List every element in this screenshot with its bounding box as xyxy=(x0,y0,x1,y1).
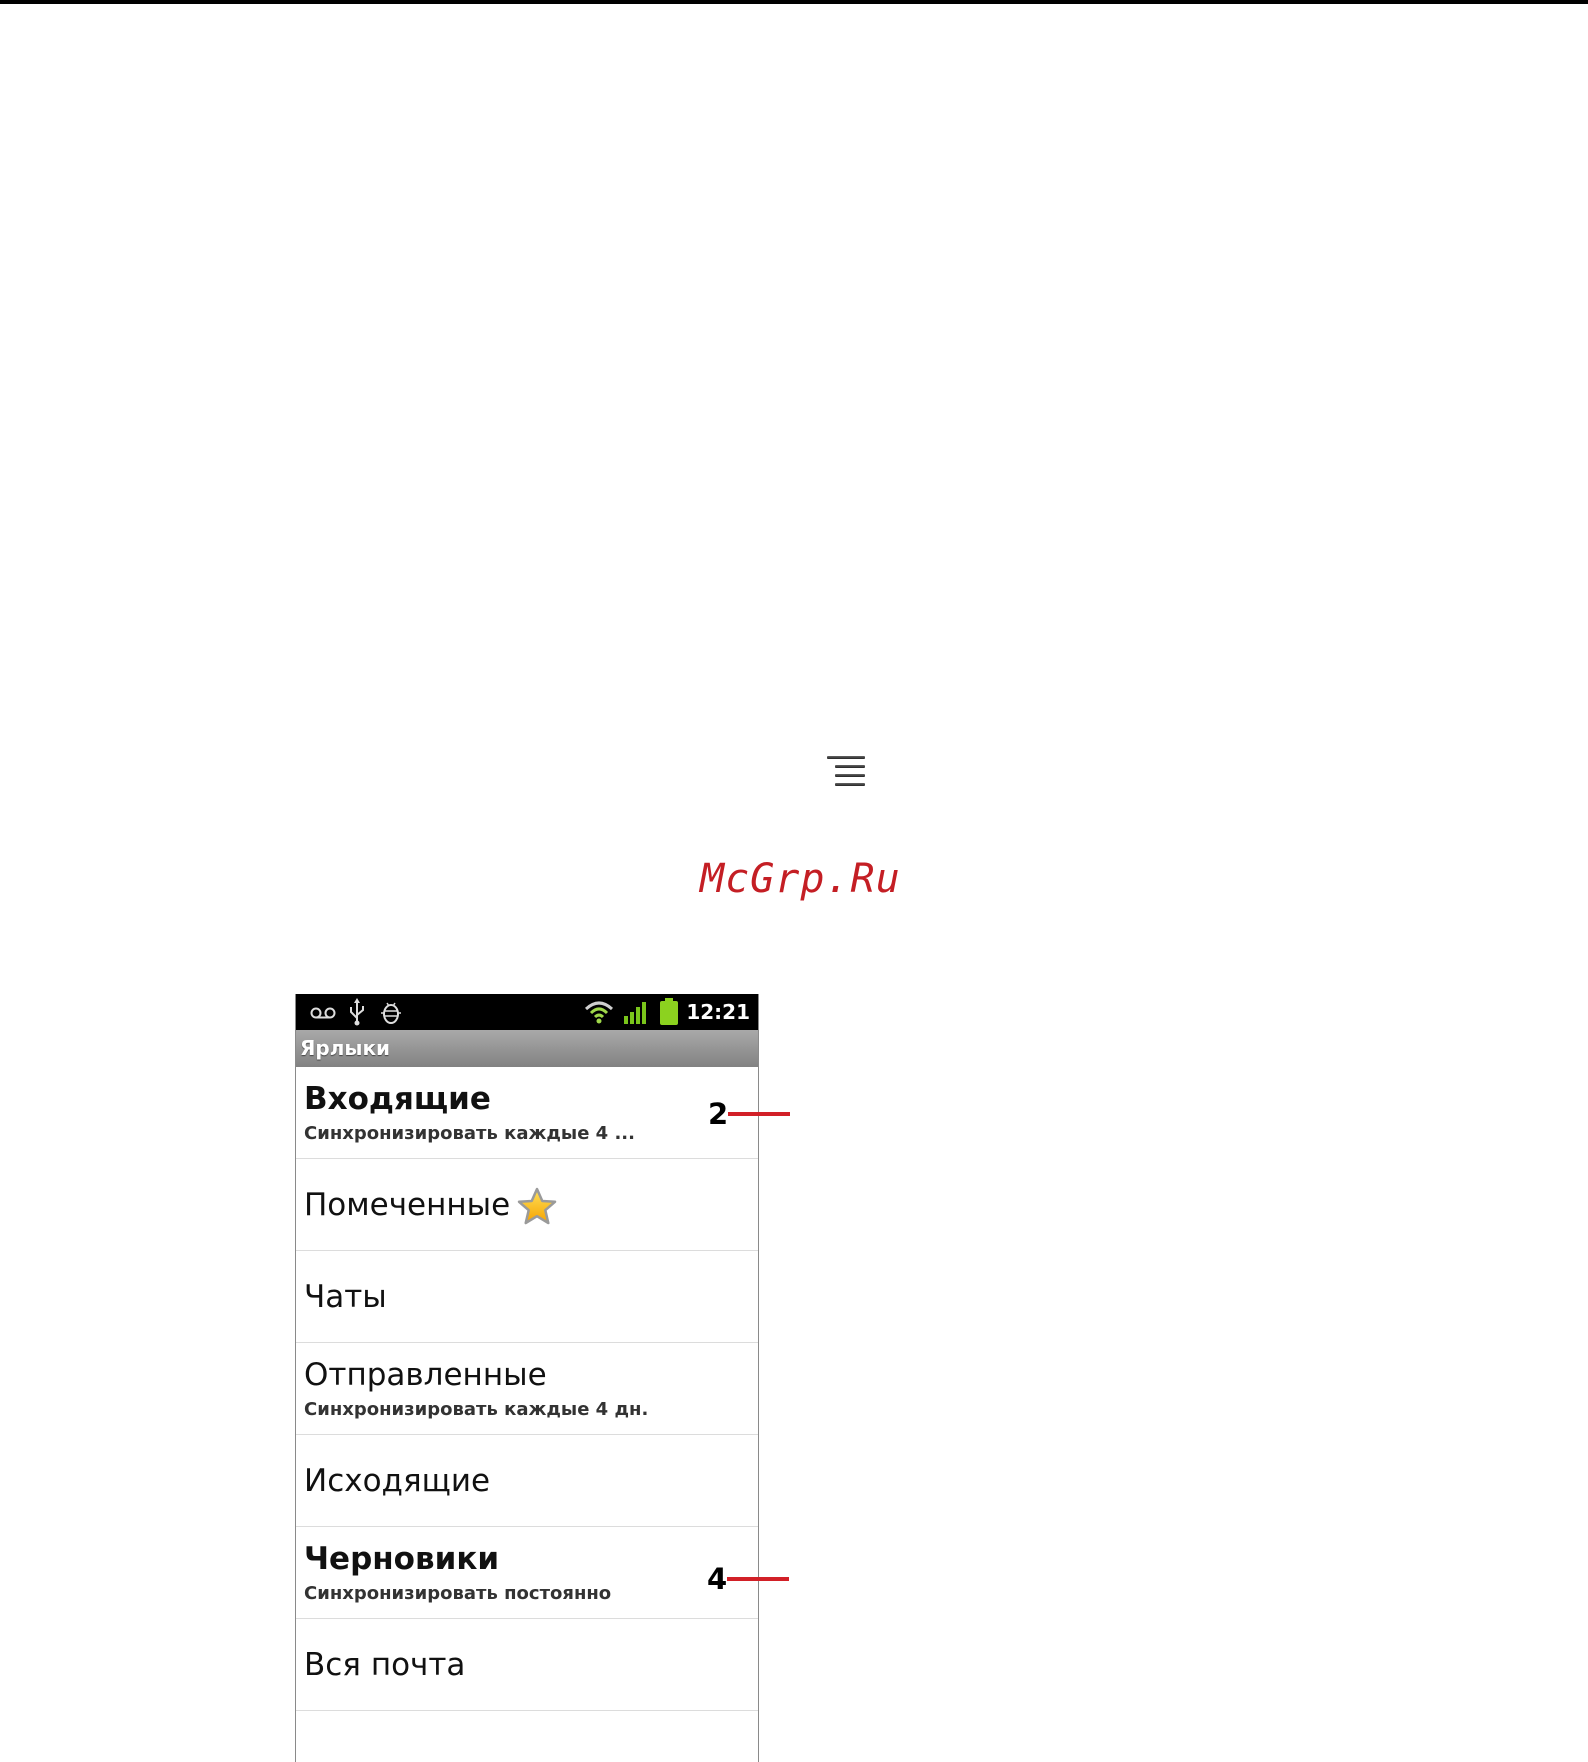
callout-number: 2 xyxy=(708,1097,729,1131)
label-name: Черновики xyxy=(304,1541,500,1577)
usb-icon xyxy=(350,998,364,1026)
label-name: Вся почта xyxy=(304,1647,466,1683)
label-name: Помеченные xyxy=(304,1187,511,1223)
android-debug-icon xyxy=(381,1002,401,1024)
wifi-icon xyxy=(584,1001,614,1024)
title-bar: Ярлыки xyxy=(296,1030,758,1067)
callout-line xyxy=(728,1112,790,1116)
list-item[interactable]: Отправленные Синхронизировать каждые 4 д… xyxy=(296,1343,758,1435)
list-item[interactable]: Вся почта xyxy=(296,1619,758,1711)
label-sync-status: Синхронизировать каждые 4 дн. xyxy=(304,1399,649,1420)
callout-number: 4 xyxy=(707,1562,728,1596)
phone-screenshot: 12:21 Ярлыки Входящие Синхронизировать к… xyxy=(295,994,759,1762)
label-name: Чаты xyxy=(304,1279,387,1315)
battery-icon xyxy=(660,998,678,1025)
list-item[interactable]: Входящие Синхронизировать каждые 4 ... xyxy=(296,1067,758,1159)
label-sync-status: Синхронизировать постоянно xyxy=(304,1583,612,1604)
labels-list: Входящие Синхронизировать каждые 4 ... П… xyxy=(296,1067,758,1762)
signal-icon xyxy=(624,1002,646,1024)
status-time: 12:21 xyxy=(686,1000,750,1024)
status-bar: 12:21 xyxy=(296,994,758,1030)
label-name: Отправленные xyxy=(304,1357,547,1393)
list-item[interactable] xyxy=(296,1711,758,1762)
label-name: Входящие xyxy=(304,1081,491,1117)
list-item[interactable]: Черновики Синхронизировать постоянно xyxy=(296,1527,758,1619)
callout-line xyxy=(727,1577,789,1581)
list-item[interactable]: Исходящие xyxy=(296,1435,758,1527)
label-name: Исходящие xyxy=(304,1463,491,1499)
top-border xyxy=(0,0,1588,4)
star-icon xyxy=(517,1187,557,1225)
menu-key-icon xyxy=(823,756,865,786)
watermark: McGrp.Ru xyxy=(700,856,901,902)
voicemail-icon xyxy=(310,1007,336,1019)
label-sync-status: Синхронизировать каждые 4 ... xyxy=(304,1123,635,1144)
list-item[interactable]: Помеченные xyxy=(296,1159,758,1251)
list-item[interactable]: Чаты xyxy=(296,1251,758,1343)
page-title: Ярлыки xyxy=(300,1036,391,1060)
